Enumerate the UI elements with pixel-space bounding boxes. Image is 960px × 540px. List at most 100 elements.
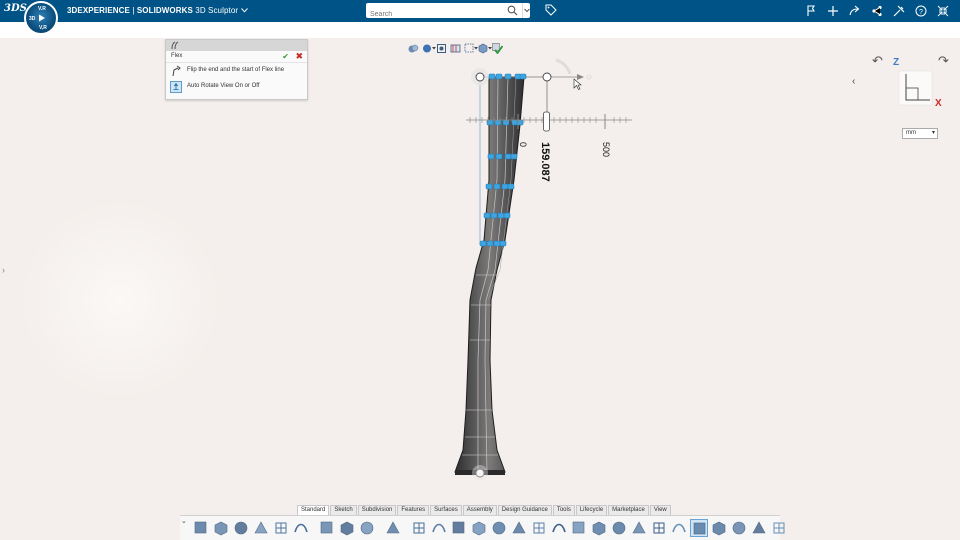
fillet-icon[interactable] [570, 519, 588, 537]
top-bar: 3DS 3DEXPERIENCE | SOLIDWORKS 3D Sculpto… [0, 0, 960, 22]
search-dropdown-button[interactable] [522, 3, 530, 18]
tab-features[interactable]: Features [397, 505, 430, 515]
undo-icon[interactable] [318, 519, 336, 537]
sculpt-body[interactable] [454, 76, 525, 475]
panel-title: Flex [171, 53, 183, 59]
secondary-bar [0, 22, 960, 38]
ds-logo-icon[interactable]: 3DS [4, 3, 27, 19]
shell-icon[interactable] [550, 519, 568, 537]
option-auto-rotate-label: Auto Rotate View On or Off [187, 83, 260, 89]
tab-surfaces[interactable]: Surfaces [430, 505, 462, 515]
share-arrow-icon[interactable] [844, 4, 866, 18]
body-icon[interactable] [730, 519, 748, 537]
view-orientation-icon[interactable] [436, 41, 447, 53]
tab-tools[interactable]: Tools [552, 505, 575, 515]
search-icon[interactable] [507, 5, 518, 16]
tab-marketplace[interactable]: Marketplace [608, 505, 649, 515]
tab-assembly[interactable]: Assembly [462, 505, 497, 515]
pattern-icon[interactable] [630, 519, 648, 537]
option-flip[interactable]: Flip the end and the start of Flex line [166, 63, 307, 79]
tag-icon[interactable] [545, 4, 557, 16]
plus-icon[interactable] [822, 4, 844, 18]
start-handle[interactable] [475, 72, 485, 82]
deform-icon[interactable] [710, 519, 728, 537]
section-view-icon[interactable] [450, 41, 461, 52]
open-icon[interactable] [212, 519, 230, 537]
loft-icon[interactable] [530, 519, 548, 537]
new-part-icon[interactable] [192, 519, 210, 537]
tab-standard[interactable]: Standard [297, 505, 330, 515]
rotate-handle[interactable] [555, 58, 572, 75]
apply-icon[interactable] [492, 41, 504, 54]
cancel-button[interactable]: ✖ [295, 51, 303, 62]
units-select[interactable]: mm ▾ [902, 128, 938, 139]
grid-icon[interactable] [430, 519, 448, 537]
3d-viewport[interactable]: 0 500 159.087 [0, 38, 960, 500]
view-triad[interactable] [898, 70, 933, 106]
extrude-icon[interactable] [470, 519, 488, 537]
appearance-icon[interactable] [422, 41, 436, 52]
compass-widget[interactable]: V.R 3D V,R [24, 1, 58, 35]
rotate-right-icon[interactable]: ↷ [938, 53, 949, 69]
chevron-down-icon [524, 8, 530, 13]
product-name: SOLIDWORKS [136, 6, 193, 15]
command-toolbar: ⌄ [180, 515, 785, 540]
end-handle[interactable] [542, 72, 552, 82]
rebuild-icon[interactable] [252, 519, 270, 537]
options-icon[interactable] [292, 519, 310, 537]
cube-icon[interactable] [610, 519, 628, 537]
auto-rotate-icon[interactable] [170, 81, 182, 93]
flex-icon[interactable] [690, 519, 708, 537]
sweep-icon[interactable] [510, 519, 528, 537]
tab-subdivision[interactable]: Subdivision [357, 505, 397, 515]
play-icon[interactable] [38, 14, 46, 22]
svg-text:?: ? [919, 9, 923, 16]
tab-sketch[interactable]: Sketch [330, 505, 357, 515]
ok-button[interactable]: ✔ [282, 52, 289, 61]
flip-icon[interactable] [170, 65, 182, 77]
command-manager-tabs: Standard Sketch Subdivision Features Sur… [297, 505, 672, 515]
sphere-icon[interactable] [650, 519, 668, 537]
ruler-slider-handle[interactable] [543, 111, 550, 132]
tools-icon[interactable] [888, 4, 910, 18]
wrap-icon[interactable] [770, 519, 788, 537]
command-icons [192, 519, 788, 537]
left-panel-expand-icon[interactable]: › [2, 265, 5, 275]
app-dropdown-icon[interactable] [240, 8, 248, 13]
revolve-icon[interactable] [490, 519, 508, 537]
option-auto-rotate[interactable]: Auto Rotate View On or Off [166, 79, 307, 95]
selection-box-icon[interactable] [464, 41, 478, 52]
redo-icon[interactable] [338, 519, 356, 537]
help-icon[interactable]: ? [910, 4, 932, 18]
units-value: mm [906, 130, 916, 136]
save-as-icon[interactable] [272, 519, 290, 537]
draft-icon[interactable] [670, 519, 688, 537]
compass-left-label: 3D [29, 16, 36, 22]
chamfer-icon[interactable] [590, 519, 608, 537]
mesh-icon[interactable] [450, 519, 468, 537]
tab-view[interactable]: View [649, 505, 671, 515]
display-style-icon[interactable] [408, 41, 419, 52]
taper-icon[interactable] [750, 519, 768, 537]
toolbar-expand-icon[interactable]: ⌄ [181, 517, 187, 525]
flag-icon[interactable] [800, 4, 822, 18]
save-icon[interactable] [232, 519, 250, 537]
table-icon[interactable] [384, 519, 402, 537]
flex-distance-value[interactable]: 159.087 [539, 142, 551, 182]
panel-header[interactable] [166, 40, 307, 51]
tab-design-guidance[interactable]: Design Guidance [497, 505, 552, 515]
share-network-icon[interactable] [866, 4, 888, 18]
bottom-handle-halo [472, 465, 488, 481]
search-input[interactable] [366, 7, 494, 22]
collapse-arrows-icon[interactable] [932, 4, 954, 18]
chevron-left-icon[interactable]: ‹ [852, 76, 855, 87]
axis-arrow-icon[interactable] [577, 74, 584, 80]
box-icon[interactable] [410, 519, 428, 537]
rotate-left-icon[interactable]: ↶ [872, 53, 883, 69]
help-icon[interactable] [358, 519, 376, 537]
cube-view-icon[interactable] [478, 41, 492, 53]
axis-end-handle[interactable] [586, 74, 592, 80]
search-box [366, 3, 530, 22]
app-title[interactable]: 3DEXPERIENCE | SOLIDWORKS 3D Sculptor [67, 6, 248, 15]
tab-lifecycle[interactable]: Lifecycle [575, 505, 608, 515]
